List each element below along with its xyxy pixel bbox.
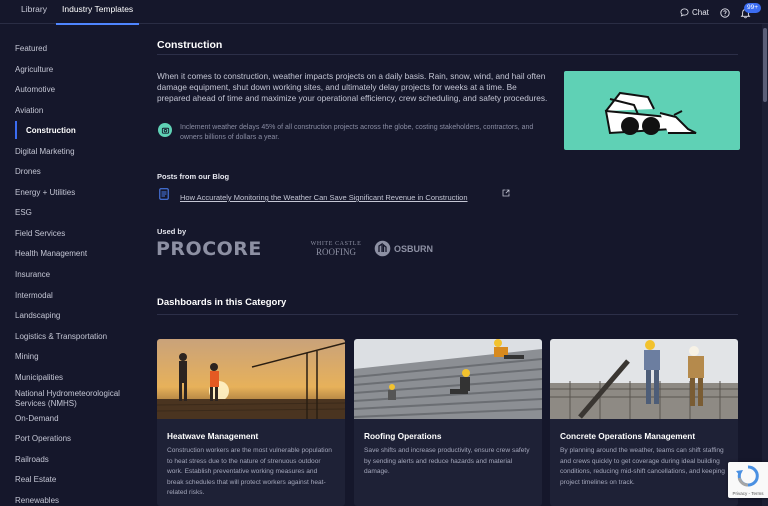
dashboards-divider xyxy=(157,314,738,315)
tab-industry-templates[interactable]: Industry Templates xyxy=(55,0,140,25)
card-description: Construction workers are the most vulner… xyxy=(167,447,332,496)
sidebar-item-construction[interactable]: Construction xyxy=(26,126,146,136)
dashboard-card-heatwave[interactable]: Heatwave Management Construction workers… xyxy=(157,339,345,506)
sidebar-active-indicator xyxy=(15,121,17,139)
sidebar-item-featured[interactable]: Featured xyxy=(15,44,135,54)
sidebar-item-automotive[interactable]: Automotive xyxy=(15,85,135,95)
card-title: Roofing Operations xyxy=(364,431,442,441)
sidebar-item-field-services[interactable]: Field Services xyxy=(15,229,135,239)
tab-library[interactable]: Library xyxy=(21,0,47,22)
card-description: By planning around the weather, teams ca… xyxy=(560,447,725,486)
help-icon[interactable] xyxy=(720,8,730,18)
sidebar-item-railroads[interactable]: Railroads xyxy=(15,455,135,465)
sidebar-item-intermodal[interactable]: Intermodal xyxy=(15,291,135,301)
page-title: Construction xyxy=(157,39,223,51)
scrollbar-thumb[interactable] xyxy=(763,28,767,102)
used-by-label: Used by xyxy=(157,227,187,236)
stat-icon xyxy=(158,123,172,137)
blog-section-label: Posts from our Blog xyxy=(157,172,230,181)
sidebar-item-municipalities[interactable]: Municipalities xyxy=(15,373,135,383)
osburn-mark-icon xyxy=(374,240,391,257)
sidebar-item-esg[interactable]: ESG xyxy=(15,208,135,218)
sidebar-item-aviation[interactable]: Aviation xyxy=(15,106,135,116)
sidebar-item-health-management[interactable]: Health Management xyxy=(15,249,135,259)
dashboards-section-title: Dashboards in this Category xyxy=(157,297,287,308)
top-bar: Library Industry Templates Chat 99+ xyxy=(0,0,768,25)
white-castle-roofing-logo: WHITE CASTLE ROOFING xyxy=(310,241,362,257)
sidebar-item-renewables[interactable]: Renewables xyxy=(15,496,135,506)
external-link-icon[interactable] xyxy=(502,189,510,197)
roofing-card-image xyxy=(354,339,542,419)
sidebar-item-drones[interactable]: Drones xyxy=(15,167,135,177)
sidebar-item-port-operations[interactable]: Port Operations xyxy=(15,434,135,444)
sidebar-item-nmhs[interactable]: National Hydrometeorological Services (N… xyxy=(15,389,145,409)
recaptcha-badge[interactable]: Privacy - Terms xyxy=(728,462,768,498)
dashboard-card-roofing[interactable]: Roofing Operations Save shifts and incre… xyxy=(354,339,542,506)
stat-text: Inclement weather delays 45% of all cons… xyxy=(180,124,534,141)
sidebar-item-on-demand[interactable]: On-Demand xyxy=(15,414,135,424)
intro-text: When it comes to construction, weather i… xyxy=(157,71,548,104)
card-description: Save shifts and increase productivity, e… xyxy=(364,447,530,475)
hero-illustration xyxy=(564,71,740,150)
sidebar-item-real-estate[interactable]: Real Estate xyxy=(15,475,135,485)
osburn-wordmark: OSBURN xyxy=(394,243,434,254)
title-divider xyxy=(157,54,738,55)
sidebar-item-insurance[interactable]: Insurance xyxy=(15,270,135,280)
dashboard-card-concrete[interactable]: Concrete Operations Management By planni… xyxy=(550,339,738,506)
chat-label: Chat xyxy=(692,8,709,17)
chat-icon xyxy=(680,8,689,17)
chat-button[interactable]: Chat xyxy=(680,8,709,17)
document-icon xyxy=(159,188,169,200)
blog-post-link[interactable]: How Accurately Monitoring the Weather Ca… xyxy=(180,193,468,202)
heatwave-card-image xyxy=(157,339,345,419)
recaptcha-text[interactable]: Privacy - Terms xyxy=(728,491,768,496)
sidebar-item-energy-utilities[interactable]: Energy + Utilities xyxy=(15,188,135,198)
card-title: Heatwave Management xyxy=(167,431,259,441)
sidebar-item-landscaping[interactable]: Landscaping xyxy=(15,311,135,321)
osburn-logo: OSBURN xyxy=(374,240,433,257)
sidebar-item-agriculture[interactable]: Agriculture xyxy=(15,65,135,75)
sidebar-item-logistics[interactable]: Logistics & Transportation xyxy=(15,332,135,342)
procore-logo: PROCORE xyxy=(156,238,262,260)
sidebar-item-mining[interactable]: Mining xyxy=(15,352,135,362)
logo-line-2: ROOFING xyxy=(315,247,356,257)
recaptcha-icon xyxy=(736,465,759,487)
concrete-card-image xyxy=(550,339,738,419)
notification-badge: 99+ xyxy=(744,3,762,13)
card-title: Concrete Operations Management xyxy=(560,431,696,441)
sidebar-item-digital-marketing[interactable]: Digital Marketing xyxy=(15,147,135,157)
